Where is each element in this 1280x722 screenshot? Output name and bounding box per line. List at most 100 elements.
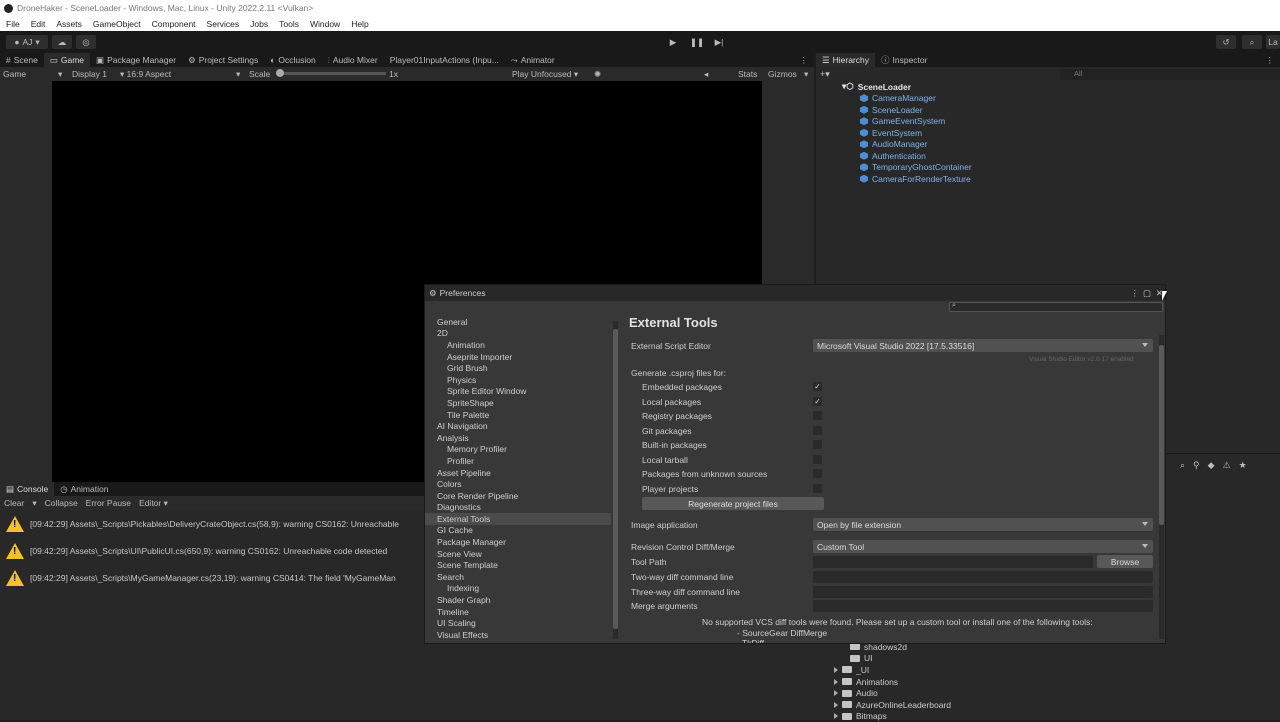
category-scene-view[interactable]: Scene View <box>425 548 611 560</box>
window-menu-icon[interactable]: ⋮ <box>1131 288 1140 299</box>
script-editor-dropdown[interactable]: Microsoft Visual Studio 2022 [17.5.33516… <box>813 339 1153 352</box>
category-grid-brush[interactable]: Grid Brush <box>425 362 611 374</box>
tab-menu-icon[interactable]: ⋮ <box>1266 55 1280 66</box>
category-ui-scaling[interactable]: UI Scaling <box>425 617 611 629</box>
category-profiler[interactable]: Profiler <box>425 455 611 467</box>
tab-animator[interactable]: ⤳Animator <box>505 53 561 67</box>
scene-root[interactable]: ▾⬡SceneLoader <box>842 81 1242 93</box>
project-folder[interactable]: _UI <box>834 664 994 676</box>
category-scrollbar-thumb[interactable] <box>613 329 618 629</box>
menu-component[interactable]: Component <box>152 19 196 29</box>
history-icon[interactable]: ↺ <box>1216 35 1236 49</box>
category-memory-profiler[interactable]: Memory Profiler <box>425 444 611 456</box>
category-core-render-pipeline[interactable]: Core Render Pipeline <box>425 490 611 502</box>
label-icon[interactable]: ◆ <box>1208 460 1215 471</box>
maximize-icon[interactable]: ▢ <box>1143 288 1151 299</box>
content-scrollbar[interactable] <box>1159 335 1164 639</box>
collab-icon[interactable]: ◎ <box>76 35 96 49</box>
hierarchy-item[interactable]: TemporaryGhostContainer <box>860 162 1242 174</box>
tab-input-actions[interactable]: Player01InputActions (Inpu... <box>384 53 505 67</box>
layers-dropdown[interactable]: La <box>1266 35 1280 49</box>
category-package-manager[interactable]: Package Manager <box>425 536 611 548</box>
category-asset-pipeline[interactable]: Asset Pipeline <box>425 467 611 479</box>
play-icon[interactable]: ▶ <box>664 35 682 49</box>
category-external-tools[interactable]: External Tools <box>425 513 611 525</box>
category-2d[interactable]: 2D <box>425 328 611 340</box>
tab-hierarchy[interactable]: ☰Hierarchy <box>816 53 875 67</box>
display-dropdown[interactable]: Display 1 <box>72 69 107 79</box>
menu-tools[interactable]: Tools <box>279 19 299 29</box>
hierarchy-item[interactable]: CameraManager <box>860 93 1242 105</box>
tool-path-input[interactable] <box>813 556 1093 568</box>
category-visual-effects[interactable]: Visual Effects <box>425 629 611 641</box>
tab-scene[interactable]: #Scene <box>0 53 44 67</box>
tab-inspector[interactable]: ⓘInspector <box>875 53 933 67</box>
git-packages-checkbox[interactable] <box>813 426 822 435</box>
stats-button[interactable]: Stats <box>738 69 757 79</box>
category-aseprite-importer[interactable]: Aseprite Importer <box>425 351 611 363</box>
clear-button[interactable]: Clear <box>4 498 24 508</box>
project-folder[interactable]: AzureOnlineLeaderboard <box>834 699 994 711</box>
tab-package-manager[interactable]: ▣Package Manager <box>90 53 182 67</box>
tab-menu-icon[interactable]: ⋮ <box>800 55 815 66</box>
scale-slider-handle[interactable] <box>276 69 284 77</box>
category-ai-navigation[interactable]: AI Navigation <box>425 420 611 432</box>
category-indexing[interactable]: Indexing <box>425 583 611 595</box>
audio-icon[interactable]: ◂ <box>704 69 708 80</box>
hierarchy-item[interactable]: EventSystem <box>860 127 1242 139</box>
account-button[interactable]: ● AJ▾ <box>6 35 48 49</box>
error-pause-button[interactable]: Error Pause <box>86 498 131 508</box>
embedded-packages-checkbox[interactable]: ✓ <box>813 382 822 391</box>
tab-audio-mixer[interactable]: ⫶Audio Mixer <box>322 53 384 67</box>
regenerate-project-files-button[interactable]: Regenerate project files <box>642 497 824 510</box>
menu-services[interactable]: Services <box>207 19 240 29</box>
category-spriteshape[interactable]: SpriteShape <box>425 397 611 409</box>
search-icon[interactable]: ⌕ <box>1242 35 1262 49</box>
search-by-type-icon[interactable]: ⌕ <box>1180 460 1185 471</box>
warning-filter-icon[interactable]: ⚠ <box>1223 460 1231 471</box>
editor-dropdown[interactable]: Editor ▾ <box>139 498 168 509</box>
local-packages-checkbox[interactable]: ✓ <box>813 397 822 406</box>
game-mode-dropdown[interactable]: Game <box>3 69 26 79</box>
scale-slider[interactable] <box>276 72 386 75</box>
cloud-icon[interactable]: ☁ <box>52 35 72 49</box>
category-scrollbar[interactable] <box>613 321 618 639</box>
preferences-search-input[interactable]: ⌕ <box>949 302 1163 312</box>
registry-packages-checkbox[interactable] <box>813 411 822 420</box>
player-projects-checkbox[interactable] <box>813 484 822 493</box>
menu-help[interactable]: Help <box>351 19 368 29</box>
preferences-title-bar[interactable]: ⚙ Preferences ⋮ ▢ ✕ <box>425 285 1165 301</box>
hierarchy-item[interactable]: Authentication <box>860 150 1242 162</box>
local-tarball-checkbox[interactable] <box>813 455 822 464</box>
play-mode-dropdown[interactable]: Play Unfocused ▾ <box>512 69 578 80</box>
project-folder[interactable]: Audio <box>834 687 994 699</box>
category-search[interactable]: Search <box>425 571 611 583</box>
hierarchy-item[interactable]: AudioManager <box>860 139 1242 151</box>
menu-file[interactable]: File <box>6 19 20 29</box>
hierarchy-item[interactable]: SceneLoader <box>860 104 1242 116</box>
menu-window[interactable]: Window <box>310 19 340 29</box>
content-scrollbar-thumb[interactable] <box>1159 345 1164 525</box>
category-tile-palette[interactable]: Tile Palette <box>425 409 611 421</box>
aspect-dropdown[interactable]: ▾ 16:9 Aspect <box>120 69 171 80</box>
add-icon[interactable]: +▾ <box>820 69 830 80</box>
project-folder[interactable]: Animations <box>834 676 994 688</box>
filter-icon[interactable]: ⚲ <box>1193 460 1200 471</box>
two-way-diff-input[interactable] <box>813 571 1153 583</box>
three-way-diff-input[interactable] <box>813 586 1153 598</box>
tab-console[interactable]: ▤Console <box>0 482 54 496</box>
category-scene-template[interactable]: Scene Template <box>425 559 611 571</box>
gizmos-button[interactable]: Gizmos <box>768 69 797 79</box>
category-analysis[interactable]: Analysis <box>425 432 611 444</box>
chevron-down-icon[interactable]: ▾ <box>32 498 36 509</box>
unknown-sources-checkbox[interactable] <box>813 469 822 478</box>
tab-occlusion[interactable]: ◐Occlusion <box>264 53 321 67</box>
hierarchy-item[interactable]: GameEventSystem <box>860 116 1242 128</box>
project-folder[interactable]: UI <box>834 653 994 665</box>
tab-animation[interactable]: ◷Animation <box>54 482 114 496</box>
hierarchy-item[interactable]: CameraForRenderTexture <box>860 173 1242 185</box>
menu-assets[interactable]: Assets <box>56 19 82 29</box>
pause-icon[interactable]: ❚❚ <box>688 35 706 49</box>
hierarchy-search-input[interactable]: All <box>1060 69 1280 80</box>
category-colors[interactable]: Colors <box>425 478 611 490</box>
